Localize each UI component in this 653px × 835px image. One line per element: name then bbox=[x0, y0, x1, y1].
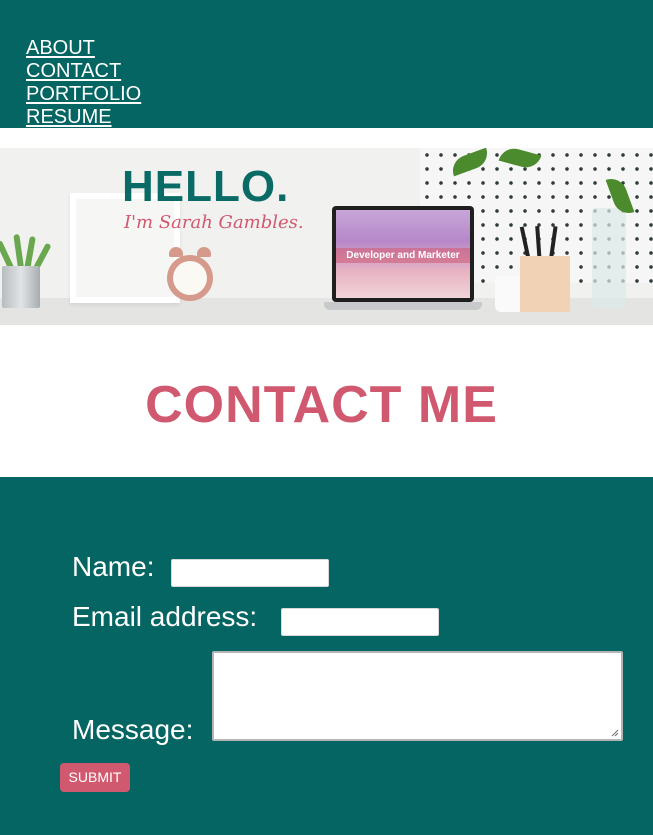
hero-headline: HELLO. bbox=[122, 162, 290, 211]
contact-header: CONTACT ME bbox=[0, 325, 653, 477]
nav-item-contact: CONTACT bbox=[26, 61, 141, 84]
potted-plant-image bbox=[0, 233, 52, 308]
email-label: Email address: bbox=[72, 601, 258, 632]
submit-button[interactable]: SUBMIT bbox=[60, 763, 130, 792]
message-textarea[interactable] bbox=[212, 651, 623, 741]
top-nav: ABOUT CONTACT PORTFOLIO RESUME bbox=[0, 0, 653, 128]
nav-item-about: ABOUT bbox=[26, 38, 141, 61]
pencil-holder-image bbox=[520, 256, 570, 312]
name-field[interactable] bbox=[171, 559, 329, 587]
nav-item-resume: RESUME bbox=[26, 107, 141, 130]
nav-link-resume[interactable]: RESUME bbox=[26, 106, 112, 128]
email-field[interactable] bbox=[281, 608, 439, 636]
nav-link-portfolio[interactable]: PORTFOLIO bbox=[26, 83, 141, 105]
alarm-clock-image bbox=[165, 243, 215, 303]
laptop-image: Developer and Marketer bbox=[324, 206, 482, 316]
nav-link-about[interactable]: ABOUT bbox=[26, 37, 95, 59]
hero-banner: HELLO. I'm Sarah Gambles. Developer and … bbox=[0, 148, 653, 325]
hero-subheadline: I'm Sarah Gambles. bbox=[124, 212, 304, 233]
contact-form: Name: Email address: Message: SUBMIT bbox=[0, 477, 653, 835]
message-label: Message: bbox=[72, 714, 194, 745]
page-title: CONTACT ME bbox=[145, 376, 498, 434]
laptop-screen-text: Developer and Marketer bbox=[336, 248, 470, 263]
glass-vase-image bbox=[592, 208, 626, 308]
nav-link-contact[interactable]: CONTACT bbox=[26, 60, 121, 82]
nav-list: ABOUT CONTACT PORTFOLIO RESUME bbox=[26, 38, 141, 130]
name-label: Name: bbox=[72, 551, 155, 582]
resize-handle-icon[interactable] bbox=[611, 729, 619, 737]
nav-item-portfolio: PORTFOLIO bbox=[26, 84, 141, 107]
